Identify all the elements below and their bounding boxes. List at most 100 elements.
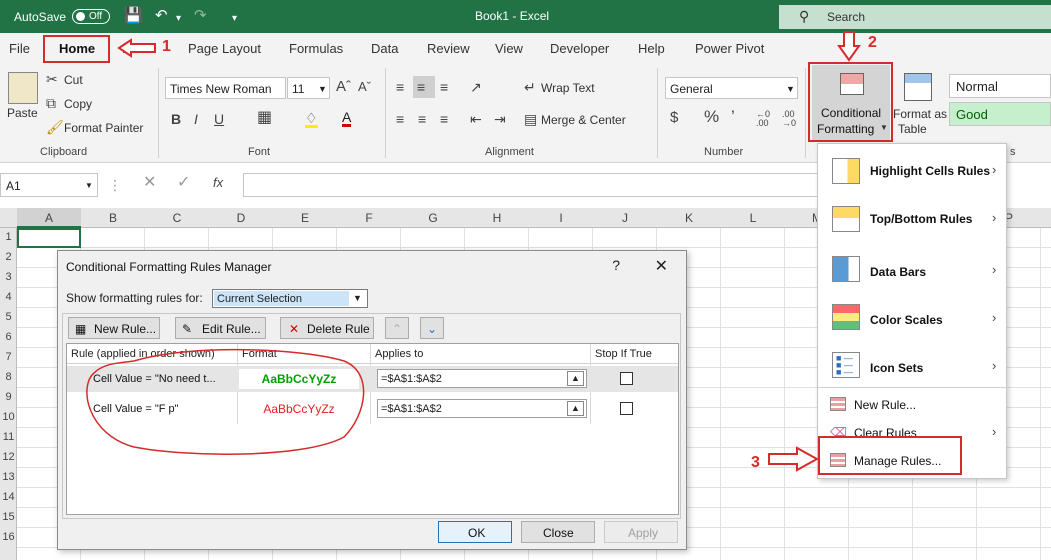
menu-item-highlight-cells-rules[interactable]: Highlight Cells Rules › bbox=[818, 150, 1008, 194]
align-center-icon[interactable]: ≡ bbox=[418, 112, 426, 126]
underline-icon[interactable]: U bbox=[214, 112, 224, 126]
row-header[interactable]: 3 bbox=[0, 271, 17, 283]
collapse-dialog-icon[interactable]: ▲ bbox=[567, 371, 584, 386]
row-header[interactable]: 2 bbox=[0, 251, 17, 263]
column-header[interactable]: H bbox=[465, 211, 529, 225]
save-icon[interactable]: 💾 bbox=[124, 8, 143, 23]
stop-if-true-checkbox[interactable] bbox=[620, 402, 633, 415]
edit-rule-button[interactable]: ✎ Edit Rule... bbox=[175, 317, 266, 339]
row-header[interactable]: 5 bbox=[0, 311, 17, 323]
row-header[interactable]: 9 bbox=[0, 391, 17, 403]
collapse-dialog-icon[interactable]: ▲ bbox=[567, 401, 584, 416]
format-as-table-line2[interactable]: Table bbox=[898, 122, 927, 136]
close-button[interactable]: Close bbox=[521, 521, 595, 543]
column-header[interactable]: K bbox=[657, 211, 721, 225]
autosave-toggle[interactable]: Off bbox=[72, 9, 110, 24]
help-icon[interactable]: ? bbox=[612, 257, 620, 273]
applies-to-field[interactable]: =$A$1:$A$2 ▲ bbox=[377, 369, 587, 388]
font-name-box[interactable]: Times New Roman bbox=[165, 77, 286, 99]
move-up-button[interactable]: ⌃ bbox=[385, 317, 409, 339]
stop-if-true-checkbox[interactable] bbox=[620, 372, 633, 385]
merge-center-button[interactable]: Merge & Center bbox=[541, 113, 626, 127]
italic-icon[interactable]: I bbox=[194, 112, 198, 126]
format-as-table-icon[interactable] bbox=[904, 73, 932, 101]
delete-rule-button[interactable]: ✕ Delete Rule bbox=[280, 317, 374, 339]
column-header[interactable]: F bbox=[337, 211, 401, 225]
format-painter-button[interactable]: Format Painter bbox=[64, 121, 143, 135]
row-header[interactable]: 7 bbox=[0, 351, 17, 363]
row-header[interactable]: 14 bbox=[0, 491, 17, 503]
font-color-icon[interactable]: A bbox=[342, 110, 352, 127]
formula-input[interactable] bbox=[243, 173, 818, 197]
enter-icon[interactable]: ✓ bbox=[177, 175, 190, 191]
move-down-button[interactable]: ⌄ bbox=[420, 317, 444, 339]
redo-icon[interactable]: ↷ bbox=[194, 8, 207, 23]
row-header[interactable]: 1 bbox=[0, 231, 17, 243]
tab-review[interactable]: Review bbox=[427, 41, 470, 56]
row-header[interactable]: 13 bbox=[0, 471, 17, 483]
increase-indent-icon[interactable]: ⇥ bbox=[494, 112, 506, 126]
tab-developer[interactable]: Developer bbox=[550, 41, 609, 56]
borders-icon[interactable]: ▦ bbox=[257, 110, 272, 126]
cancel-icon[interactable]: ✕ bbox=[143, 175, 156, 191]
style-good[interactable]: Good bbox=[949, 102, 1051, 126]
column-header[interactable]: B bbox=[81, 211, 145, 225]
percent-icon[interactable]: % bbox=[704, 108, 719, 125]
column-header[interactable]: G bbox=[401, 211, 465, 225]
name-box[interactable]: A1 ▼ bbox=[0, 173, 98, 197]
increase-font-icon[interactable]: Aˆ bbox=[336, 79, 351, 94]
column-header[interactable]: D bbox=[209, 211, 273, 225]
row-header[interactable]: 10 bbox=[0, 411, 17, 423]
tab-file[interactable]: File bbox=[9, 41, 30, 56]
show-rules-select[interactable]: Current Selection ▼ bbox=[212, 289, 368, 308]
column-header[interactable]: C bbox=[145, 211, 209, 225]
row-header[interactable]: 12 bbox=[0, 451, 17, 463]
new-rule-button[interactable]: ▦ New Rule... bbox=[68, 317, 160, 339]
row-header[interactable]: 8 bbox=[0, 371, 17, 383]
menu-item-top-bottom-rules[interactable]: Top/Bottom Rules › bbox=[818, 198, 1008, 242]
number-format-box[interactable]: General ▼ bbox=[665, 77, 798, 99]
menu-item-color-scales[interactable]: Color Scales › bbox=[818, 296, 1008, 340]
align-top-icon[interactable]: ≡ bbox=[396, 80, 404, 94]
active-cell-a1[interactable] bbox=[17, 228, 81, 248]
customize-qat-icon[interactable]: ▾ bbox=[232, 11, 237, 26]
copy-button[interactable]: Copy bbox=[64, 97, 92, 111]
search-box[interactable]: ⚲ Search bbox=[779, 5, 1051, 29]
undo-icon[interactable]: ↶ bbox=[155, 8, 168, 23]
tab-help[interactable]: Help bbox=[638, 41, 665, 56]
tab-data[interactable]: Data bbox=[371, 41, 398, 56]
currency-icon[interactable]: $ bbox=[670, 110, 678, 125]
cut-button[interactable]: Cut bbox=[64, 73, 83, 87]
column-header[interactable]: I bbox=[529, 211, 593, 225]
decrease-decimal-icon[interactable]: .00 →0 bbox=[782, 110, 796, 128]
tab-view[interactable]: View bbox=[495, 41, 523, 56]
tab-formulas[interactable]: Formulas bbox=[289, 41, 343, 56]
column-header[interactable]: A bbox=[17, 211, 81, 225]
style-normal[interactable]: Normal bbox=[949, 74, 1051, 98]
row-header[interactable]: 15 bbox=[0, 511, 17, 523]
insert-function-icon[interactable]: fx bbox=[213, 176, 223, 190]
ok-button[interactable]: OK bbox=[438, 521, 512, 543]
paste-icon[interactable] bbox=[8, 72, 38, 104]
paste-button[interactable]: Paste bbox=[7, 106, 38, 120]
align-right-icon[interactable]: ≡ bbox=[440, 112, 448, 126]
align-middle-selected[interactable]: ≡ bbox=[413, 76, 435, 98]
column-header[interactable]: L bbox=[721, 211, 785, 225]
row-header[interactable]: 16 bbox=[0, 531, 17, 543]
format-as-table-line1[interactable]: Format as bbox=[893, 107, 947, 121]
align-left-icon[interactable]: ≡ bbox=[396, 112, 404, 126]
decrease-font-icon[interactable]: Aˇ bbox=[358, 80, 371, 94]
bold-icon[interactable]: B bbox=[171, 112, 181, 126]
column-header[interactable]: E bbox=[273, 211, 337, 225]
apply-button[interactable]: Apply bbox=[604, 521, 678, 543]
wrap-text-button[interactable]: Wrap Text bbox=[541, 81, 595, 95]
undo-dropdown-icon[interactable]: ▾ bbox=[176, 11, 181, 26]
orientation-icon[interactable]: ↗ bbox=[470, 80, 482, 94]
decrease-indent-icon[interactable]: ⇤ bbox=[470, 112, 482, 126]
column-header[interactable]: J bbox=[593, 211, 657, 225]
font-size-box[interactable]: 11 ▼ bbox=[287, 77, 330, 99]
comma-icon[interactable]: ’ bbox=[731, 108, 735, 125]
tab-power-pivot[interactable]: Power Pivot bbox=[695, 41, 764, 56]
row-header[interactable]: 6 bbox=[0, 331, 17, 343]
row-header[interactable]: 4 bbox=[0, 291, 17, 303]
